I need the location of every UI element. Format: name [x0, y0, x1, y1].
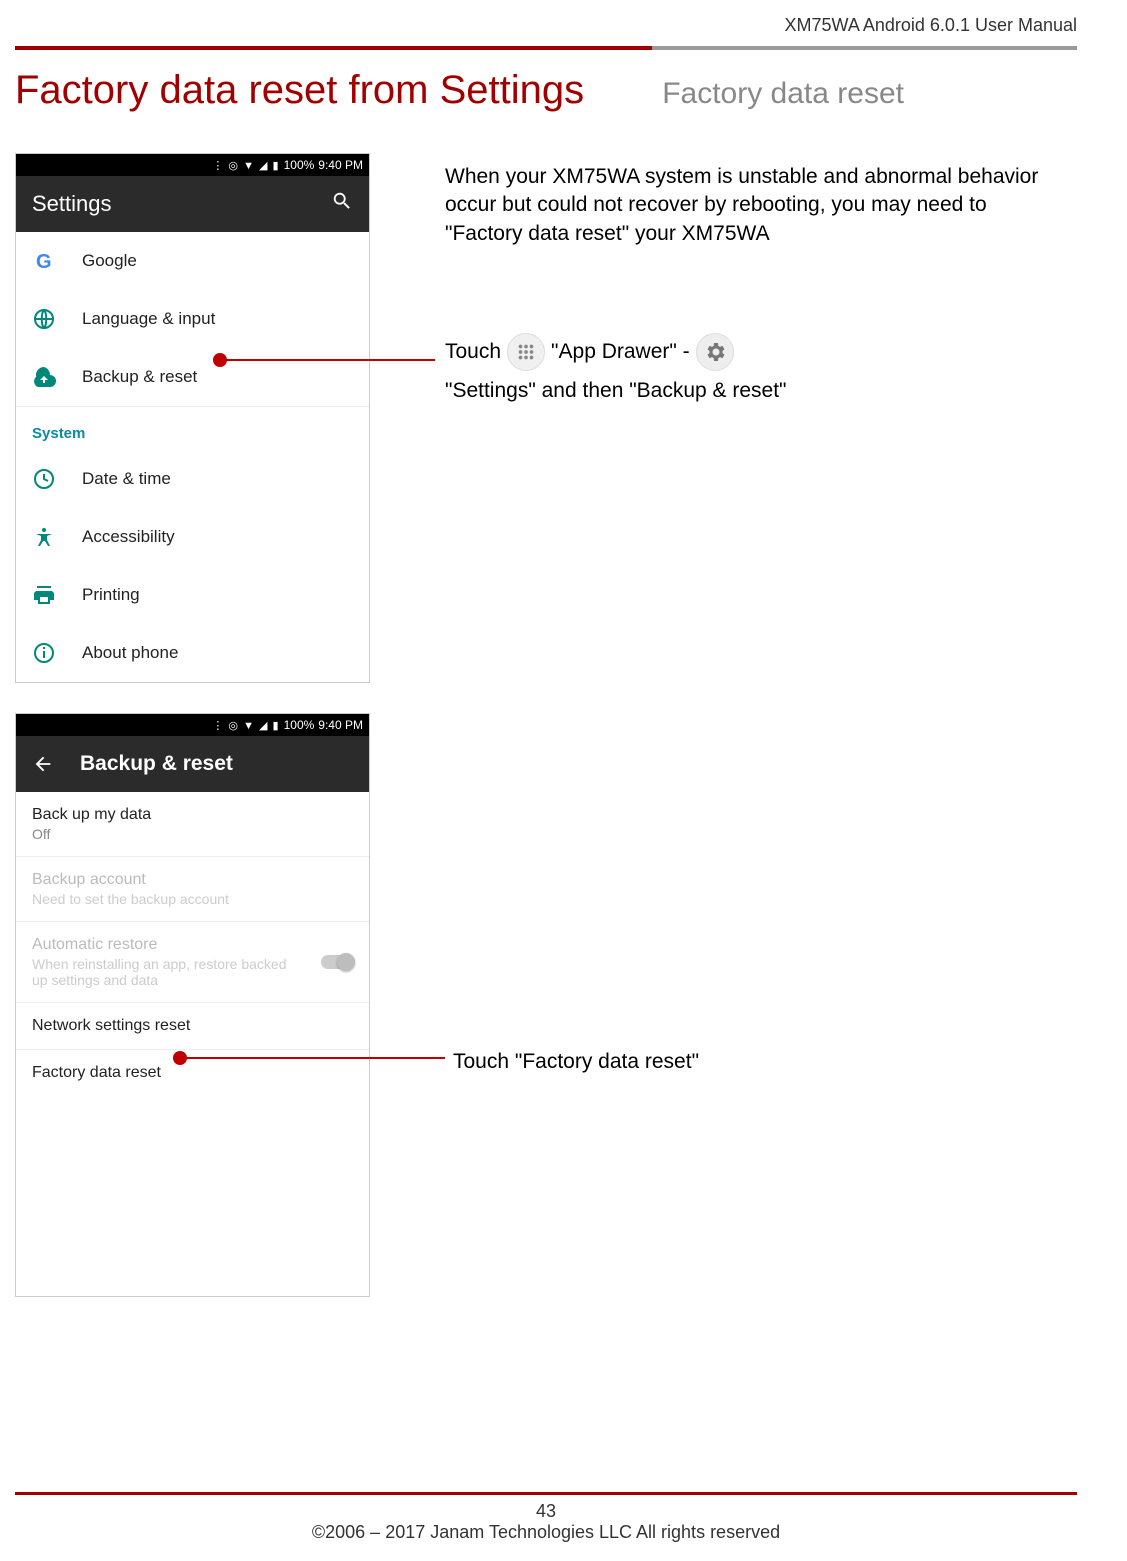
backup-item-auto-restore: Automatic restore When reinstalling an a…: [16, 922, 369, 1003]
settings-item-printing[interactable]: Printing: [16, 566, 369, 624]
bk-label: Network settings reset: [32, 1017, 353, 1035]
p2-appdrawer-text: "App Drawer" -: [551, 338, 690, 366]
toggle-auto-restore: [321, 955, 355, 969]
phone-mock-settings: ⋮ ◎ ▼ ◢ ▮ 100% 9:40 PM Settings G Google: [15, 153, 370, 683]
settings-item-label: Backup & reset: [82, 367, 197, 387]
settings-item-label: About phone: [82, 643, 178, 663]
backup-appbar: Backup & reset: [16, 736, 369, 792]
printer-icon: [32, 583, 56, 607]
settings-item-label: Printing: [82, 585, 140, 605]
blank-area: [16, 1096, 369, 1296]
status-time: 9:40 PM: [318, 718, 363, 732]
backup-icon: [32, 365, 56, 389]
top-rule: [15, 46, 1077, 50]
clock-icon: [32, 467, 56, 491]
status-battery: 100%: [284, 718, 315, 732]
paragraph-steps: Touch "App Drawer" - "Settings" and then…: [445, 333, 1065, 405]
settings-item-label: Google: [82, 251, 137, 271]
p2-touch: Touch: [445, 338, 501, 366]
paragraph-factory-reset: Touch "Factory data reset": [453, 1048, 699, 1076]
app-drawer-icon: [507, 333, 545, 371]
info-icon: [32, 641, 56, 665]
backup-item-backup-data[interactable]: Back up my data Off: [16, 792, 369, 857]
bk-label: Back up my data: [32, 806, 353, 824]
page-title-right: Factory data reset: [652, 77, 1077, 111]
p2-settings-text: "Settings" and then "Backup & reset": [445, 377, 787, 405]
pointer-line-2: [180, 1057, 445, 1059]
settings-item-google[interactable]: G Google: [16, 232, 369, 290]
settings-appbar: Settings: [16, 176, 369, 232]
settings-item-label: Accessibility: [82, 527, 175, 547]
status-bar: ⋮ ◎ ▼ ◢ ▮ 100% 9:40 PM: [16, 154, 369, 176]
backup-item-account: Backup account Need to set the backup ac…: [16, 857, 369, 922]
page-number: 43: [15, 1501, 1077, 1522]
accessibility-icon: [32, 525, 56, 549]
copyright-text: ©2006 – 2017 Janam Technologies LLC All …: [15, 1522, 1077, 1543]
backup-item-network-reset[interactable]: Network settings reset: [16, 1003, 369, 1050]
bk-label: Automatic restore: [32, 936, 353, 954]
bk-label: Factory data reset: [32, 1064, 353, 1082]
settings-gear-icon: [696, 333, 734, 371]
phone-mock-backup-reset: ⋮ ◎ ▼ ◢ ▮ 100% 9:40 PM Backup & reset Ba…: [15, 713, 370, 1297]
settings-item-language[interactable]: Language & input: [16, 290, 369, 348]
status-icons: ⋮ ◎ ▼ ◢ ▮: [212, 719, 279, 732]
page-title-left: Factory data reset from Settings: [15, 68, 652, 113]
globe-icon: [32, 307, 56, 331]
settings-item-about-phone[interactable]: About phone: [16, 624, 369, 682]
settings-section-header: System: [16, 406, 369, 450]
search-icon[interactable]: [331, 190, 353, 218]
bk-sub: Need to set the backup account: [32, 891, 353, 907]
bk-sub: Off: [32, 826, 353, 842]
svg-text:G: G: [36, 251, 52, 273]
paragraph-intro: When your XM75WA system is unstable and …: [445, 163, 1055, 248]
google-icon: G: [32, 249, 56, 273]
status-battery: 100%: [284, 158, 315, 172]
status-time: 9:40 PM: [318, 158, 363, 172]
pointer-line-1: [220, 359, 435, 361]
settings-item-label: Language & input: [82, 309, 215, 329]
settings-item-backup-reset[interactable]: Backup & reset: [16, 348, 369, 406]
back-arrow-icon[interactable]: [32, 753, 54, 775]
status-bar-2: ⋮ ◎ ▼ ◢ ▮ 100% 9:40 PM: [16, 714, 369, 736]
settings-title: Settings: [32, 191, 112, 217]
settings-item-date-time[interactable]: Date & time: [16, 450, 369, 508]
status-icons: ⋮ ◎ ▼ ◢ ▮: [212, 159, 279, 172]
bk-label: Backup account: [32, 871, 353, 889]
bk-sub: When reinstalling an app, restore backed…: [32, 956, 292, 988]
settings-item-label: Date & time: [82, 469, 171, 489]
backup-title: Backup & reset: [80, 752, 233, 776]
doc-header: XM75WA Android 6.0.1 User Manual: [15, 15, 1077, 46]
settings-item-accessibility[interactable]: Accessibility: [16, 508, 369, 566]
page-footer: 43 ©2006 – 2017 Janam Technologies LLC A…: [15, 1492, 1077, 1543]
